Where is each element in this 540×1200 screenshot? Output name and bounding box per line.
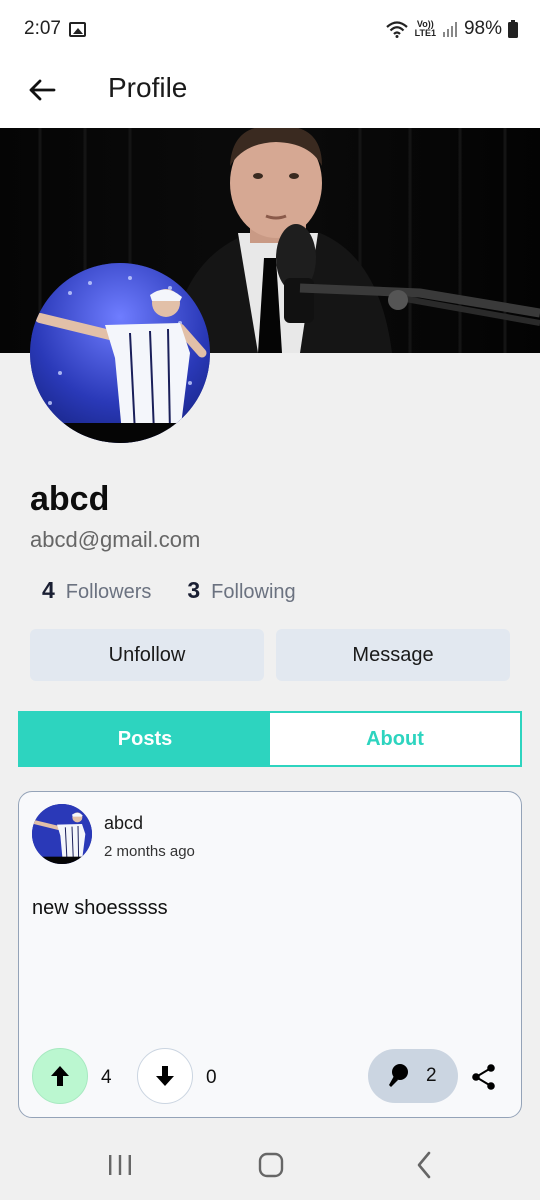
pin-count: 2 bbox=[426, 1065, 437, 1086]
home-button[interactable] bbox=[251, 1150, 291, 1180]
profile-tabs: Posts About bbox=[18, 711, 522, 767]
back-button[interactable] bbox=[22, 70, 62, 110]
image-notification-icon bbox=[69, 22, 86, 37]
downvote-button[interactable] bbox=[137, 1048, 193, 1104]
unfollow-button[interactable]: Unfollow bbox=[30, 629, 264, 681]
arrow-down-icon bbox=[156, 1066, 174, 1086]
system-back-button[interactable] bbox=[404, 1150, 444, 1180]
share-icon bbox=[472, 1064, 495, 1090]
pin-button[interactable]: 2 bbox=[368, 1049, 458, 1103]
chevron-left-icon bbox=[417, 1151, 431, 1179]
volte-indicator: Vo)) LTE1 bbox=[415, 20, 436, 38]
arrow-left-icon bbox=[29, 79, 56, 101]
app-bar: Profile bbox=[0, 60, 540, 128]
recents-button[interactable] bbox=[100, 1150, 140, 1180]
status-time: 2:07 bbox=[24, 18, 61, 39]
profile-stats: 4 Followers 3 Following bbox=[42, 577, 296, 604]
following-count: 3 bbox=[187, 577, 201, 603]
tab-about[interactable]: About bbox=[270, 713, 520, 765]
message-button[interactable]: Message bbox=[276, 629, 510, 681]
post-author[interactable]: abcd bbox=[104, 813, 143, 834]
post-text: new shoesssss bbox=[32, 897, 168, 919]
arrow-up-icon bbox=[51, 1066, 69, 1086]
upvote-count: 4 bbox=[101, 1067, 112, 1088]
signal-icon bbox=[442, 21, 458, 37]
battery-icon bbox=[508, 20, 518, 38]
status-indicators: Vo)) LTE1 98% bbox=[385, 18, 518, 40]
wifi-icon bbox=[385, 20, 409, 38]
tab-posts[interactable]: Posts bbox=[20, 713, 270, 765]
downvote-count: 0 bbox=[206, 1067, 217, 1088]
avatar[interactable] bbox=[30, 263, 210, 443]
post-author-avatar[interactable] bbox=[32, 804, 92, 864]
upvote-button[interactable] bbox=[32, 1048, 88, 1104]
system-nav-bar bbox=[0, 1128, 540, 1200]
following-stat[interactable]: 3 Following bbox=[187, 577, 295, 604]
page-title: Profile bbox=[108, 72, 188, 103]
post-card[interactable]: abcd 2 months ago new shoesssss 4 0 2 bbox=[18, 791, 522, 1118]
profile-email: abcd@gmail.com bbox=[30, 527, 201, 552]
share-button[interactable] bbox=[469, 1062, 499, 1092]
followers-count: 4 bbox=[42, 577, 55, 603]
following-label: Following bbox=[211, 581, 296, 603]
battery-percent: 98% bbox=[463, 18, 502, 39]
recents-icon bbox=[109, 1155, 131, 1175]
volte-bottom: LTE1 bbox=[414, 28, 436, 38]
followers-stat[interactable]: 4 Followers bbox=[42, 577, 151, 604]
post-timestamp: 2 months ago bbox=[104, 843, 195, 860]
followers-label: Followers bbox=[65, 581, 152, 603]
home-icon bbox=[258, 1152, 284, 1178]
profile-name: abcd bbox=[30, 480, 110, 518]
pushpin-icon bbox=[389, 1064, 408, 1087]
status-bar: 2:07 Vo)) LTE1 98% bbox=[0, 0, 540, 60]
